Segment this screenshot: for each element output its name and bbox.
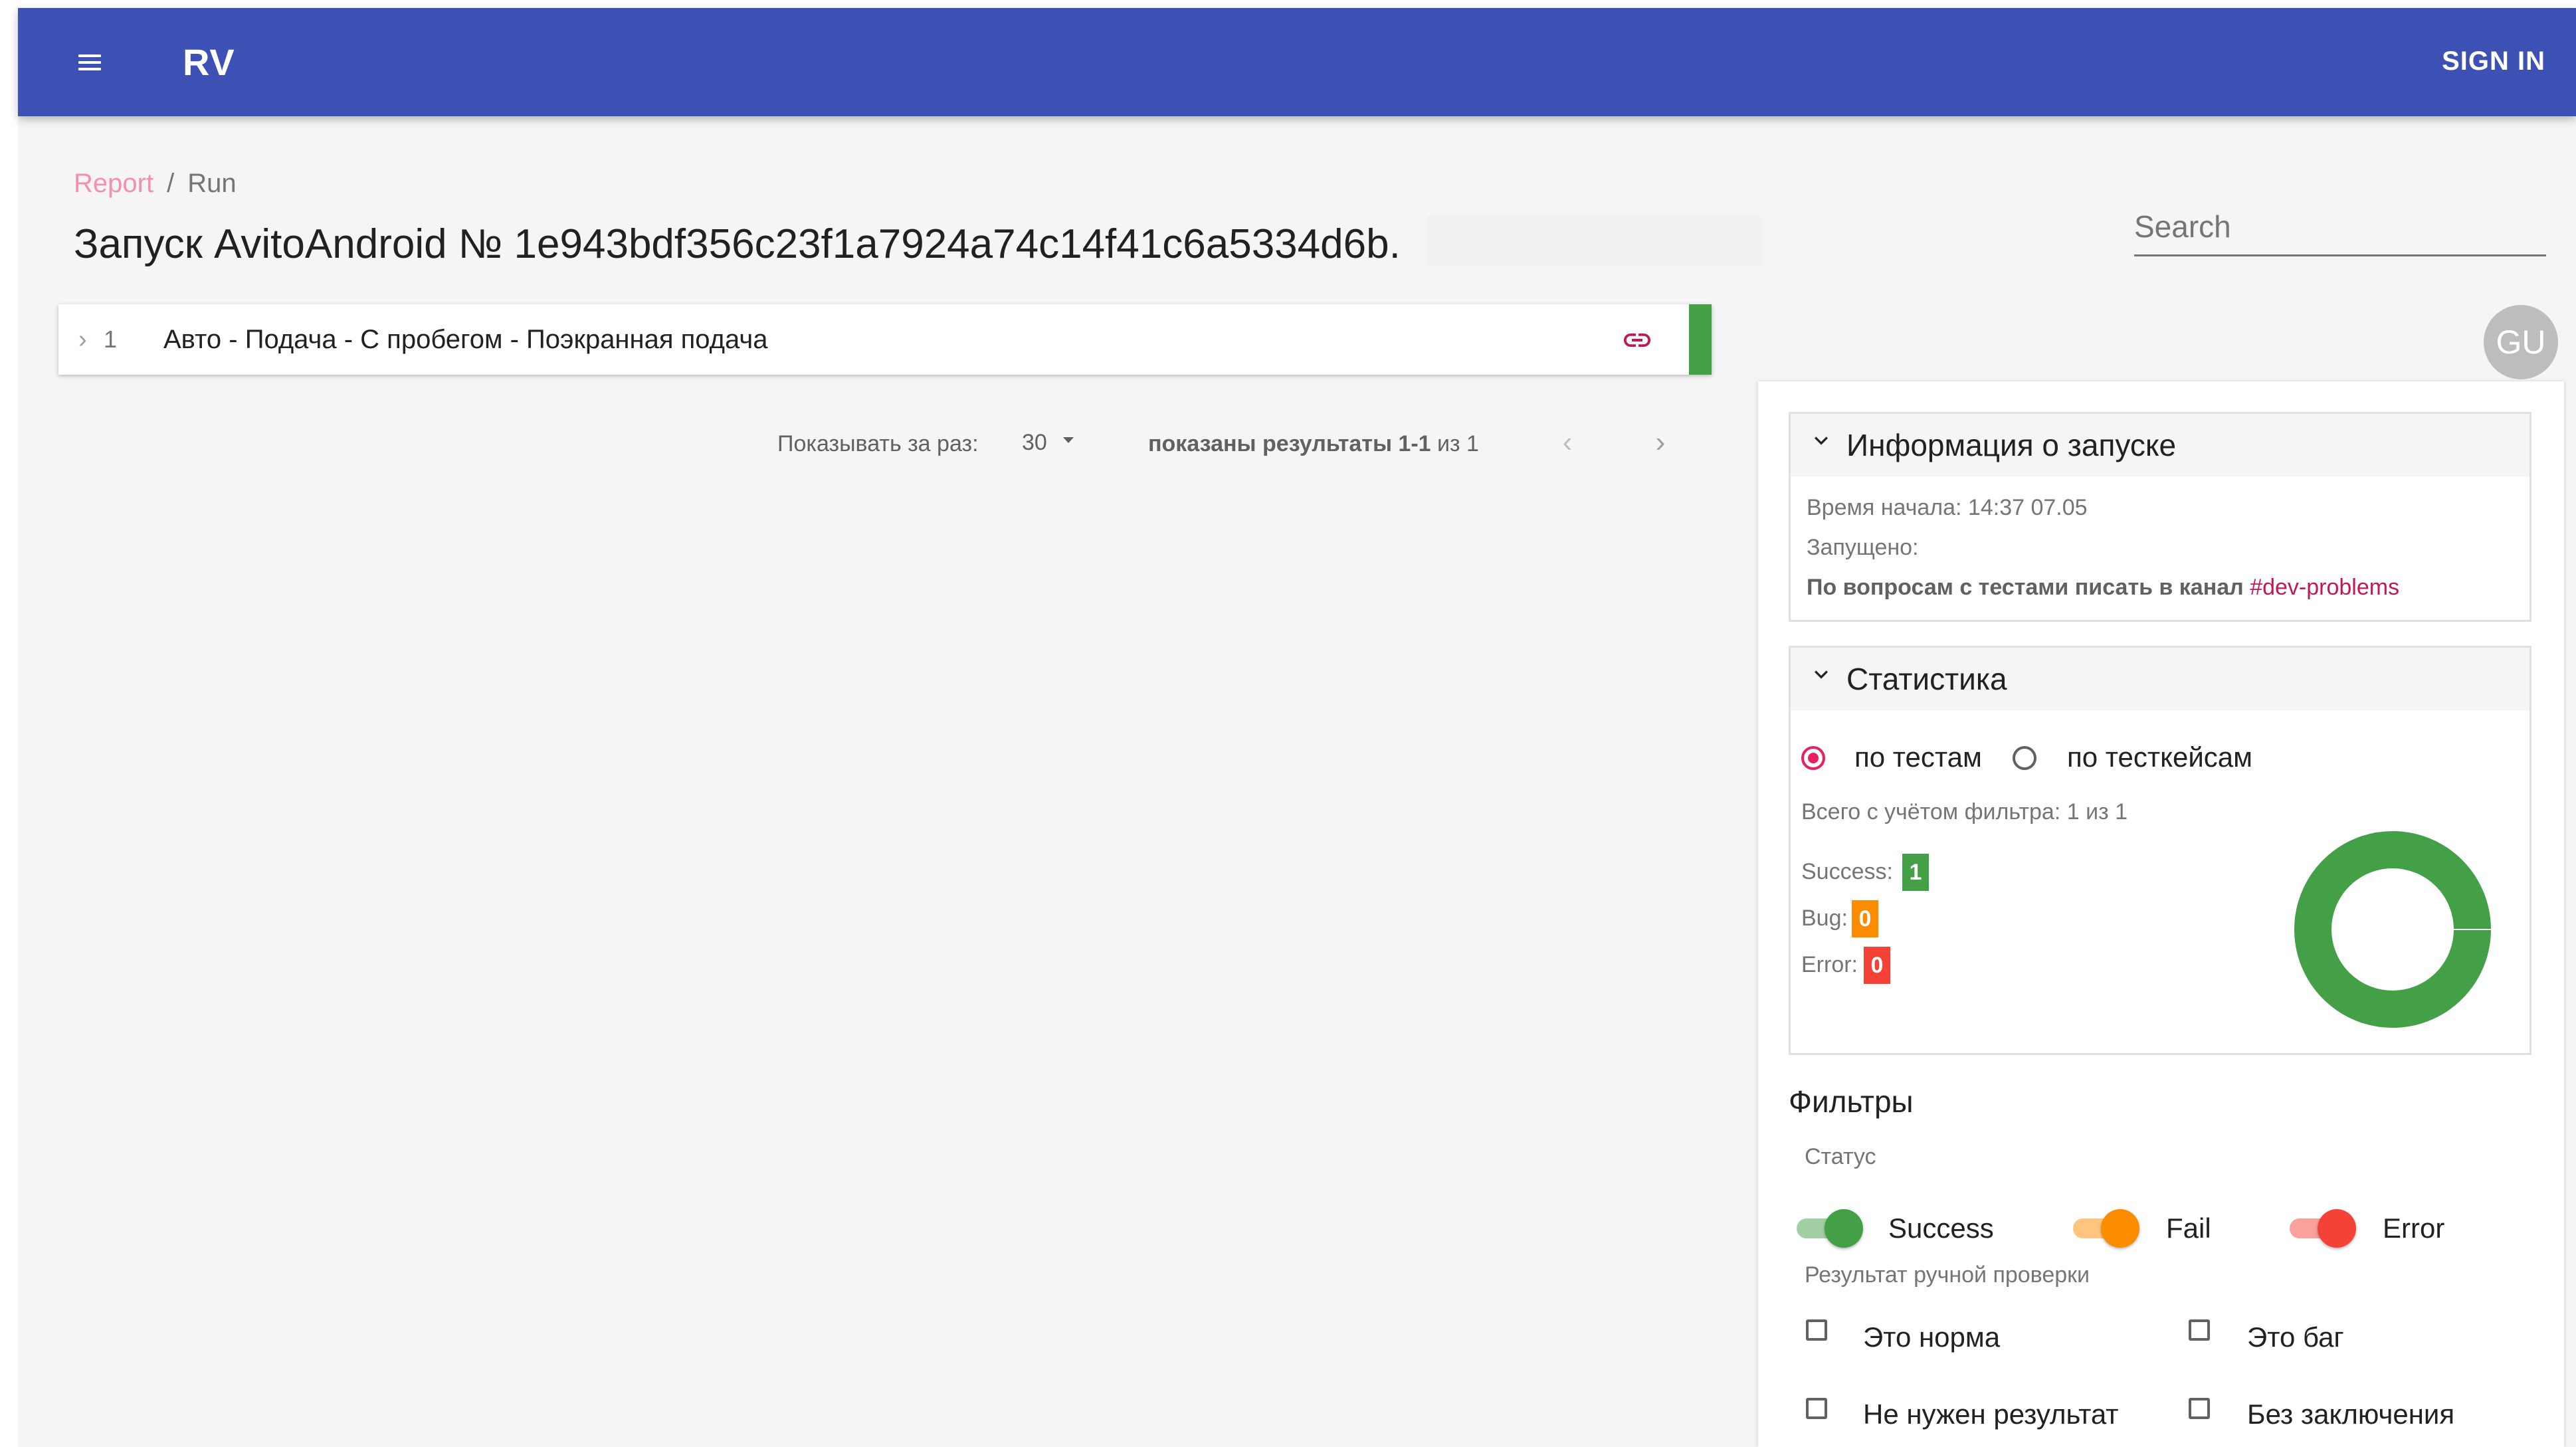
statistics-header[interactable]: Статистика [1791, 648, 2529, 710]
radio-by-testcases-label[interactable]: по тесткейсам [2067, 738, 2252, 777]
switch-success-thumb [1825, 1209, 1863, 1248]
status-donut-chart [2294, 831, 2491, 1028]
link-icon[interactable] [1621, 324, 1653, 356]
bug-count-badge: 0 [1852, 900, 1878, 937]
checkbox-no-conclusion[interactable] [2189, 1398, 2210, 1419]
breadcrumb-report-link[interactable]: Report [74, 169, 153, 198]
success-count-badge: 1 [1902, 854, 1929, 891]
app-logo[interactable]: RV [183, 35, 235, 90]
error-count-badge: 0 [1864, 947, 1890, 984]
prev-page-button[interactable]: ‹ [1551, 423, 1584, 462]
switch-success-label[interactable]: Success [1888, 1209, 1994, 1248]
checkbox-normal[interactable] [1806, 1319, 1827, 1341]
checkbox-bug[interactable] [2189, 1319, 2210, 1341]
rows-per-page-label: Показывать за раз: [777, 431, 979, 456]
sign-in-button[interactable]: SIGN IN [2442, 43, 2545, 80]
filters-title: Фильтры [1789, 1084, 1914, 1119]
avatar[interactable]: GU [2484, 305, 2558, 379]
pagination-total: из 1 [1431, 431, 1479, 456]
donut-slice-success [2294, 831, 2491, 1028]
radio-by-tests[interactable] [1801, 746, 1825, 770]
radio-by-tests-label[interactable]: по тестам [1854, 738, 1982, 777]
checkbox-no-result-needed[interactable] [1806, 1398, 1827, 1419]
run-name[interactable]: Авто - Подача - С пробегом - Поэкранная … [163, 320, 767, 359]
app-bar: RV SIGN IN [18, 8, 2576, 116]
chevron-right-icon[interactable]: › [78, 322, 87, 357]
filtered-total: Всего с учётом фильтра: 1 из 1 [1801, 799, 2128, 824]
statistics-card: Статистика по тестам по тесткейсам Всего… [1789, 646, 2531, 1055]
switch-error-label[interactable]: Error [2383, 1209, 2444, 1248]
chevron-down-icon [1815, 436, 1828, 445]
pagination-info: показаны результаты 1-1 из 1 [1148, 427, 1479, 461]
page-title: Запуск AvitoAndroid № 1e943bdf356c23f1a7… [74, 221, 1401, 267]
pagination-range: показаны результаты 1-1 [1148, 431, 1431, 456]
menu-button[interactable] [62, 39, 118, 86]
breadcrumb-run: Run [187, 169, 237, 198]
questions-note: По вопросам с тестами писать в канал #de… [1807, 571, 2399, 604]
switch-error-thumb [2318, 1209, 2356, 1248]
chevron-left-icon: ‹ [1562, 426, 1573, 458]
rows-per-page-value: 30 [1022, 430, 1047, 455]
rows-per-page-select[interactable]: 30 [1022, 425, 1082, 460]
title-placeholder-strip [1427, 216, 1761, 266]
switch-fail-thumb [2101, 1209, 2139, 1248]
switch-fail-label[interactable]: Fail [2166, 1209, 2211, 1248]
checkbox-normal-label[interactable]: Это норма [1863, 1318, 2000, 1357]
run-index: 1 [104, 326, 118, 353]
channel-link[interactable]: #dev-problems [2250, 575, 2399, 600]
run-info-card: Информация о запуске Время начала: 14:37… [1789, 412, 2531, 622]
status-filter-label: Статус [1805, 1144, 1876, 1169]
next-page-button[interactable]: › [1644, 423, 1677, 462]
search-field [2134, 201, 2546, 256]
radio-by-testcases[interactable] [2013, 746, 2036, 770]
start-time: Время начала: 14:37 07.05 [1807, 495, 2088, 520]
switch-fail[interactable] [2070, 1208, 2139, 1248]
launched-by: Запущено: [1807, 535, 1919, 560]
switch-success[interactable] [1794, 1208, 1863, 1248]
switch-error[interactable] [2287, 1208, 2356, 1248]
breadcrumb-separator: / [167, 169, 175, 198]
checkbox-bug-label[interactable]: Это баг [2247, 1318, 2344, 1357]
checkbox-no-conclusion-label[interactable]: Без заключения [2247, 1395, 2454, 1434]
checkbox-no-result-needed-label[interactable]: Не нужен результат [1863, 1395, 2119, 1434]
chevron-right-icon: › [1655, 426, 1666, 458]
error-label: Error: [1801, 952, 1858, 977]
breadcrumb: Report / Run [74, 165, 237, 202]
manual-check-label: Результат ручной проверки [1805, 1262, 2090, 1288]
search-input[interactable] [2134, 201, 2546, 252]
chevron-down-icon [1815, 670, 1828, 679]
questions-text: По вопросам с тестами писать в канал [1807, 575, 2250, 600]
dropdown-caret-icon [1063, 437, 1074, 443]
run-status-bar [1689, 304, 1712, 375]
run-info-header[interactable]: Информация о запуске [1791, 414, 2529, 476]
menu-icon [78, 54, 101, 70]
run-list-item[interactable]: › 1 Авто - Подача - С пробегом - Поэкран… [58, 304, 1712, 375]
success-label: Success: [1801, 859, 1893, 884]
bug-label: Bug: [1801, 906, 1848, 931]
run-info-title: Информация о запуске [1846, 428, 2177, 462]
statistics-title: Статистика [1846, 662, 2007, 696]
